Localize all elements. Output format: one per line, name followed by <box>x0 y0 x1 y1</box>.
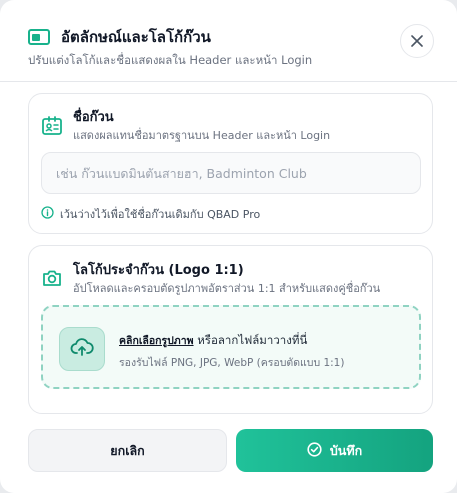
club-name-description: แสดงผลแทนชื่อมาตรฐานบน Header และหน้า Lo… <box>73 129 331 142</box>
cloud-upload-icon <box>70 337 94 361</box>
check-circle-icon <box>307 441 330 460</box>
save-label: บันทึก <box>329 442 363 458</box>
club-logo-card: โลโก้ประจำก๊วน (Logo 1:1) อัปโหลดและครอบ… <box>28 245 433 414</box>
picture-frame-icon <box>28 29 50 45</box>
club-name-card: ชื่อก๊วน แสดงผลแทนชื่อมาตรฐานบน Header แ… <box>28 93 433 234</box>
close-button[interactable] <box>400 24 434 58</box>
cancel-label: ยกเลิก <box>110 442 145 458</box>
close-icon <box>411 32 423 51</box>
club-name-title: ชื่อก๊วน <box>73 110 114 125</box>
drop-instruction: คลิกเลือกรูปภาพ หรือลากไฟล์มาวางที่นี่ <box>119 332 307 350</box>
save-button[interactable]: บันทึก <box>236 429 433 472</box>
club-logo-description: อัปโหลดและครอบตัดรูปภาพอัตราส่วน 1:1 สำห… <box>73 282 381 295</box>
info-icon <box>41 206 60 222</box>
hint-text: เว้นว่างไว้เพื่อใช้ชื่อก๊วนเดิมกับ QBAD … <box>60 208 261 221</box>
club-name-input[interactable] <box>41 152 421 194</box>
id-card-icon <box>41 115 63 137</box>
modal-subtitle: ปรับแต่งโลโก้และชื่อแสดงผลใน Header และห… <box>28 53 313 67</box>
modal-title: อัตลักษณ์และโลโก้ก๊วน <box>61 28 211 46</box>
cancel-button[interactable]: ยกเลิก <box>28 429 227 472</box>
camera-icon <box>41 267 63 289</box>
modal-header: อัตลักษณ์และโลโก้ก๊วน ปรับแต่งโลโก้และชื… <box>0 0 457 82</box>
identity-modal: อัตลักษณ์และโลโก้ก๊วน ปรับแต่งโลโก้และชื… <box>0 0 457 493</box>
logo-dropzone[interactable]: คลิกเลือกรูปภาพ หรือลากไฟล์มาวางที่นี่ ร… <box>41 305 421 389</box>
choose-image-link[interactable]: คลิกเลือกรูปภาพ <box>119 335 194 347</box>
upload-tile <box>59 327 105 371</box>
drop-text: หรือลากไฟล์มาวางที่นี่ <box>193 333 308 347</box>
club-name-hint: เว้นว่างไว้เพื่อใช้ชื่อก๊วนเดิมกับ QBAD … <box>41 205 260 223</box>
supported-formats: รองรับไฟล์ PNG, JPG, WebP (ครอบตัดแบบ 1:… <box>119 357 345 369</box>
club-logo-title: โลโก้ประจำก๊วน (Logo 1:1) <box>73 263 244 278</box>
